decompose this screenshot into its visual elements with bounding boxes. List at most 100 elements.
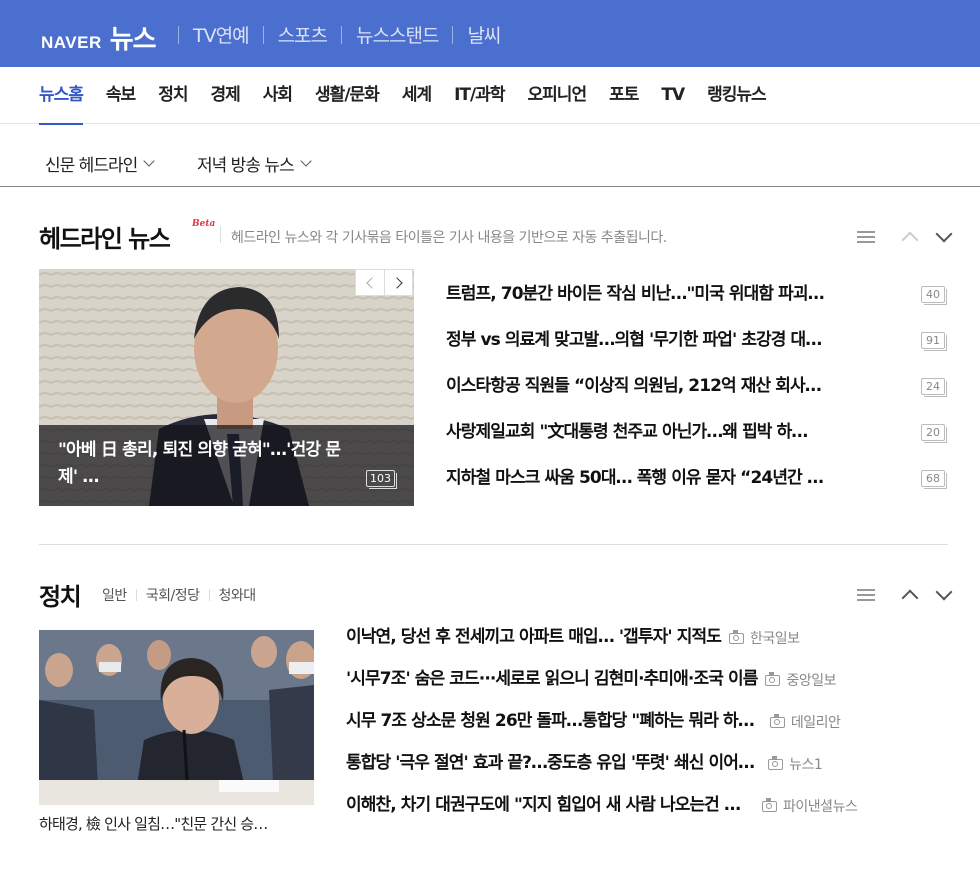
politics-item-title[interactable]: 시무 7조 상소문 청원 26만 돌파…통합당 "폐하는 뭐라 하… [346, 708, 755, 734]
tab-photo[interactable]: 포토 [609, 67, 639, 124]
tab-news-home[interactable]: 뉴스홈 [39, 67, 84, 125]
politics-subtabs: 일반 국회/정당 청와대 [102, 585, 256, 605]
evening-broadcast-label: 저녁 방송 뉴스 [197, 156, 295, 176]
chevron-down-icon[interactable] [935, 583, 953, 601]
newspaper-headline-dropdown[interactable]: 신문 헤드라인 [45, 151, 155, 176]
politics-item-title[interactable]: 이해찬, 차기 대권구도에 "지지 힘입어 새 사람 나오는건 … [346, 792, 741, 818]
camera-icon [769, 713, 785, 728]
list-menu-icon[interactable] [857, 588, 875, 602]
chevron-down-icon[interactable] [935, 225, 953, 243]
camera-icon [765, 671, 781, 686]
tab-world[interactable]: 세계 [402, 67, 432, 124]
divider [452, 25, 454, 44]
headline-item-title[interactable]: 트럼프, 70분간 바이든 작심 비난…"미국 위대함 파괴… [446, 281, 906, 307]
headline-photo-caption[interactable]: "아베 日 총리, 퇴진 의향 굳혀"…'건강 문제' … 103 [39, 425, 414, 506]
naver-news-logo[interactable]: NAVER 뉴스 [41, 19, 157, 56]
tv-entertainment-link[interactable]: TV연예 [193, 21, 250, 48]
tab-politics[interactable]: 정치 [158, 67, 188, 124]
tab-tv[interactable]: TV [661, 67, 685, 124]
newspaper-headline-label: 신문 헤드라인 [45, 156, 138, 176]
headline-photo-caption-text: "아베 日 총리, 퇴진 의향 굳혀"…'건강 문제' … [58, 440, 341, 487]
chevron-down-icon [143, 155, 155, 167]
politics-photo-caption[interactable]: 하태경, 檢 인사 일침…"친문 간신 승… [39, 813, 319, 834]
related-count-badge[interactable]: 68 [921, 470, 947, 489]
tab-economy[interactable]: 경제 [210, 67, 240, 124]
headline-item-title[interactable]: 지하철 마스크 싸움 50대… 폭행 이유 묻자 “24년간 … [446, 465, 906, 491]
headline-item[interactable]: 정부 vs 의료계 맞고발…의협 '무기한 파업' 초강경 대… 91 [446, 327, 948, 373]
service-nav: TV연예 스포츠 뉴스스탠드 날씨 [178, 21, 501, 48]
tab-it-science[interactable]: IT/과학 [454, 67, 505, 124]
source-name: 뉴스1 [789, 757, 823, 773]
news-source[interactable]: 파이낸셜뉴스 [762, 796, 858, 816]
sports-link[interactable]: 스포츠 [278, 21, 328, 48]
headline-item[interactable]: 트럼프, 70분간 바이든 작심 비난…"미국 위대함 파괴… 40 [446, 281, 948, 327]
headline-item-title[interactable]: 정부 vs 의료계 맞고발…의협 '무기한 파업' 초강경 대… [446, 327, 906, 353]
politics-controls [857, 583, 961, 607]
divider [262, 25, 264, 44]
top-bar: NAVER 뉴스 TV연예 스포츠 뉴스스탠드 날씨 [0, 0, 980, 67]
headline-item[interactable]: 이스타항공 직원들 “이상직 의원님, 212억 재산 회사… 24 [446, 373, 948, 419]
related-count-badge[interactable]: 20 [921, 424, 947, 443]
related-count-badge[interactable]: 24 [921, 378, 947, 397]
photo-pager [355, 269, 413, 296]
evening-broadcast-dropdown[interactable]: 저녁 방송 뉴스 [197, 151, 312, 176]
headline-item[interactable]: 지하철 마스크 싸움 50대… 폭행 이유 묻자 “24년간 … 68 [446, 465, 948, 511]
politics-item-title[interactable]: 이낙연, 당선 후 전세끼고 아파트 매입… '갭투자' 지적도 [346, 624, 722, 650]
camera-icon [762, 797, 778, 812]
tab-society[interactable]: 사회 [263, 67, 293, 124]
divider [220, 226, 221, 243]
newsstand-link[interactable]: 뉴스스탠드 [356, 21, 439, 48]
category-nav: 뉴스홈 속보 정치 경제 사회 생활/문화 세계 IT/과학 오피니언 포토 T… [0, 67, 980, 125]
politics-item[interactable]: 통합당 '극우 절연' 효과 끝?…중도층 유입 '뚜렷' 쇄신 이어… 뉴스1 [346, 750, 956, 792]
news-logo-text: 뉴스 [109, 25, 157, 55]
divider [178, 25, 179, 44]
prev-button[interactable] [356, 270, 384, 295]
weather-link[interactable]: 날씨 [467, 21, 501, 48]
politics-item[interactable]: 이해찬, 차기 대권구도에 "지지 힘입어 새 사람 나오는건 … 파이낸셜뉴스 [346, 792, 956, 834]
news-source[interactable]: 한국일보 [728, 628, 800, 648]
chevron-down-icon [299, 155, 312, 167]
source-name: 중앙일보 [786, 673, 836, 689]
subtab-general[interactable]: 일반 [102, 585, 127, 605]
beta-badge: Beta [192, 219, 216, 229]
subtab-bluehouse[interactable]: 청와대 [219, 585, 257, 605]
news-source[interactable]: 뉴스1 [768, 754, 823, 774]
camera-icon [728, 629, 744, 644]
chevron-right-icon [391, 276, 403, 289]
subtab-assembly[interactable]: 국회/정당 [146, 585, 200, 605]
next-button[interactable] [384, 270, 412, 295]
source-name: 데일리안 [790, 715, 841, 731]
headline-item-title[interactable]: 이스타항공 직원들 “이상직 의원님, 212억 재산 회사… [446, 373, 906, 399]
headline-item[interactable]: 사랑제일교회 "文대통령 천주교 아닌가…왜 핍박 하… 20 [446, 419, 948, 465]
politics-item-title[interactable]: 통합당 '극우 절연' 효과 끝?…중도층 유입 '뚜렷' 쇄신 이어… [346, 750, 755, 776]
related-count-badge[interactable]: 40 [921, 286, 947, 305]
politics-item[interactable]: 시무 7조 상소문 청원 26만 돌파…통합당 "폐하는 뭐라 하… 데일리안 [346, 708, 956, 750]
politics-section-title[interactable]: 정치 [39, 577, 82, 612]
politics-photo-image [39, 630, 314, 805]
headline-controls [857, 225, 961, 249]
chevron-up-icon[interactable] [901, 231, 919, 249]
source-name: 한국일보 [749, 631, 800, 647]
headline-section-title: 헤드라인 뉴스 [39, 225, 171, 253]
section-divider [39, 544, 948, 545]
politics-item[interactable]: '시무7조' 숨은 코드···세로로 읽으니 김현미·추미애·조국 이름 중앙일… [346, 666, 956, 708]
chevron-up-icon[interactable] [901, 589, 919, 607]
politics-list: 이낙연, 당선 후 전세끼고 아파트 매입… '갭투자' 지적도 한국일보 '시… [346, 624, 956, 834]
sub-nav: 신문 헤드라인 저녁 방송 뉴스 [0, 124, 980, 187]
politics-item[interactable]: 이낙연, 당선 후 전세끼고 아파트 매입… '갭투자' 지적도 한국일보 [346, 624, 956, 666]
news-source[interactable]: 데일리안 [769, 712, 841, 732]
tab-opinion[interactable]: 오피니언 [528, 67, 588, 124]
list-menu-icon[interactable] [857, 230, 875, 244]
source-name: 파이낸셜뉴스 [783, 799, 858, 815]
camera-icon [768, 755, 784, 770]
related-count-badge[interactable]: 91 [921, 332, 947, 351]
headline-item-title[interactable]: 사랑제일교회 "文대통령 천주교 아닌가…왜 핍박 하… [446, 419, 906, 445]
tab-ranking[interactable]: 랭킹뉴스 [707, 67, 767, 124]
tab-breaking[interactable]: 속보 [106, 67, 136, 124]
politics-photo[interactable] [39, 630, 314, 805]
news-source[interactable]: 중앙일보 [765, 670, 836, 690]
related-count-badge: 103 [366, 470, 397, 489]
divider [341, 25, 343, 44]
politics-item-title[interactable]: '시무7조' 숨은 코드···세로로 읽으니 김현미·추미애·조국 이름 [346, 666, 758, 692]
tab-life-culture[interactable]: 생활/문화 [315, 67, 380, 124]
